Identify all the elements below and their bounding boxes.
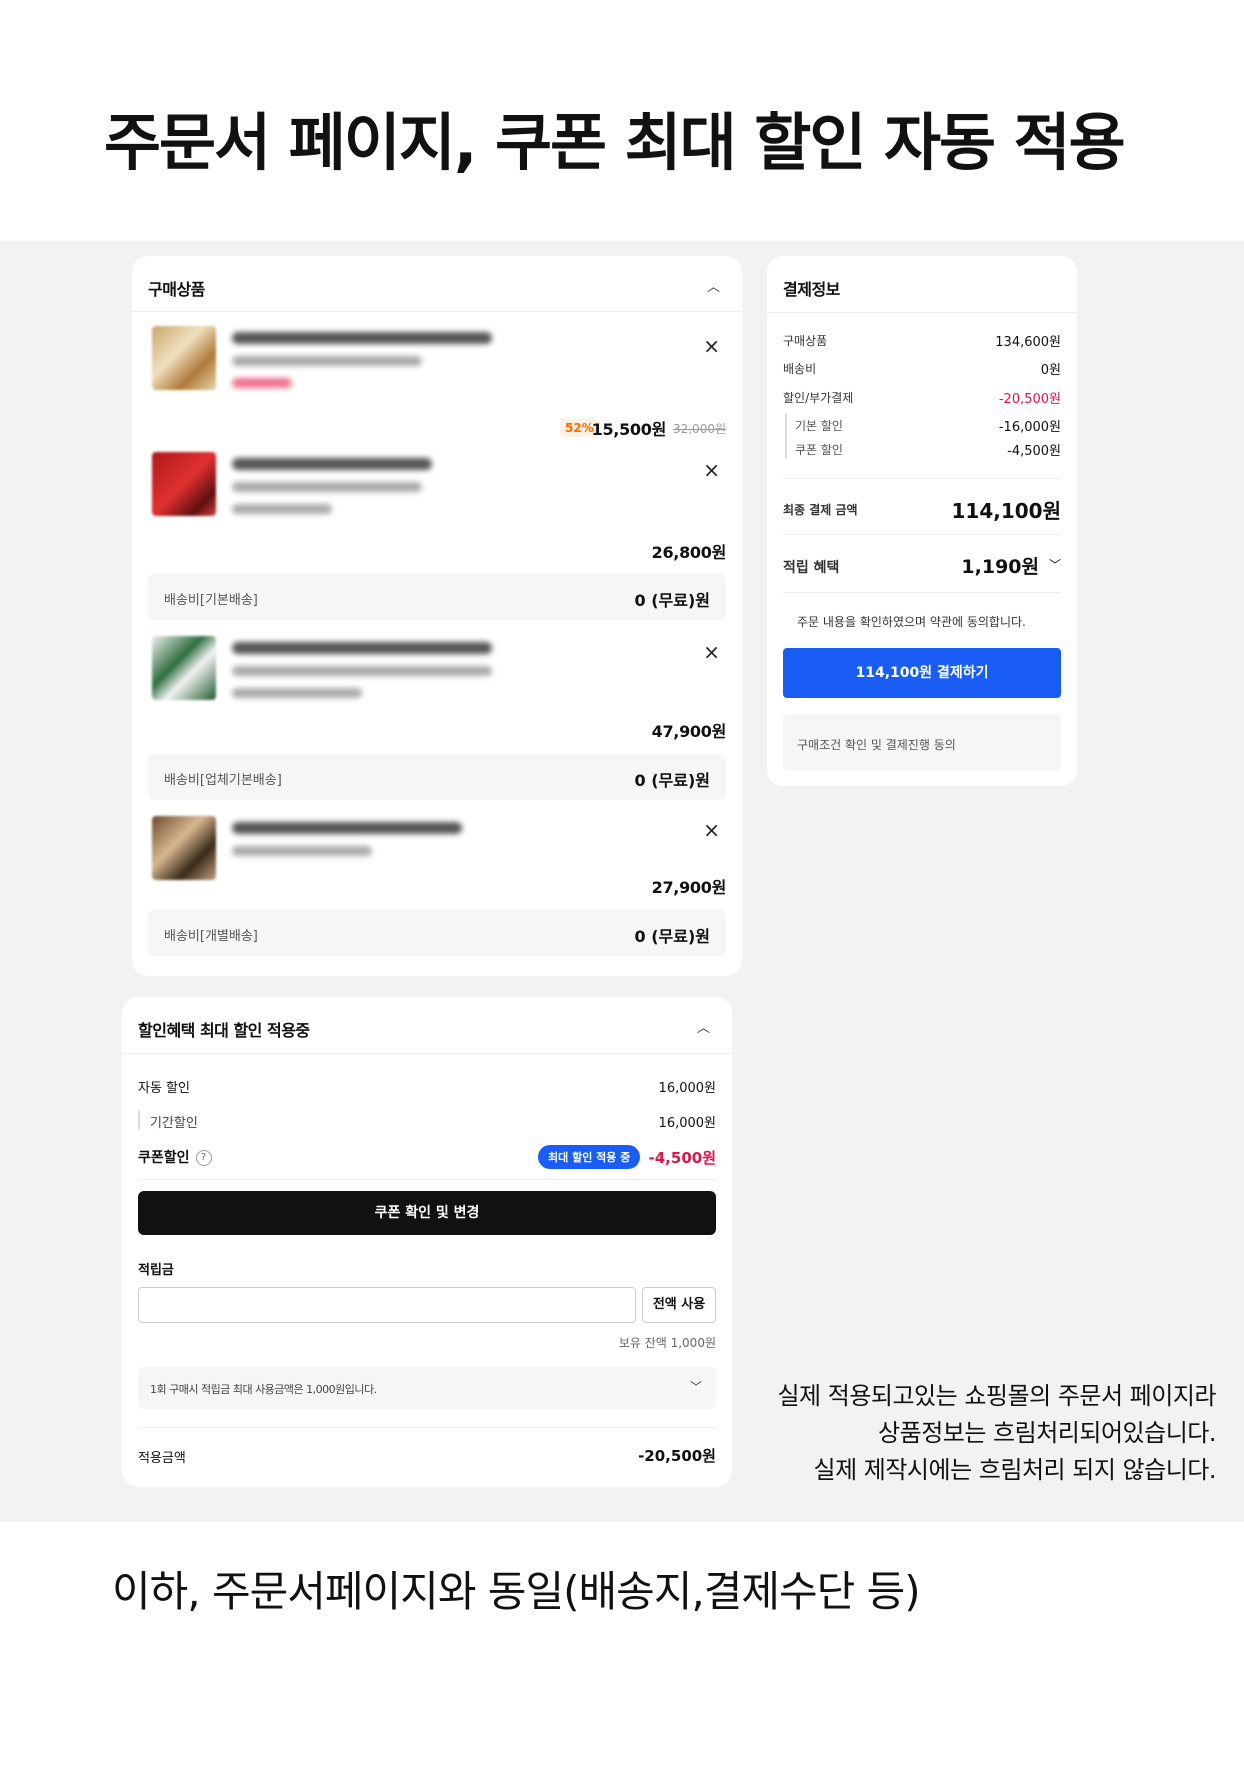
discount-title: 할인혜택 최대 할인 적용중	[138, 1021, 310, 1040]
original-price: 32,000원	[672, 422, 726, 436]
products-card: 구매상품 ︿ × 52% 15,500원 32,000원 × 26,800원 배…	[132, 256, 742, 976]
applied-amount-label: 적용금액	[138, 1451, 186, 1466]
period-discount-label: 기간할인	[150, 1116, 198, 1131]
products-header[interactable]: 구매상품 ︿	[132, 256, 742, 312]
shipping-row: 배송비[기본배송] 0 (무료)원	[148, 574, 726, 620]
chevron-up-icon[interactable]: ︿	[707, 276, 720, 295]
payment-row-label: 구매상품	[783, 334, 828, 348]
points-label: 적립금	[138, 1263, 174, 1278]
product-delivery	[232, 688, 362, 698]
payment-row-label: 할인/부가결제	[783, 391, 854, 405]
product-option	[232, 666, 492, 676]
reward-value: 1,190원	[961, 556, 1039, 578]
product-name[interactable]	[232, 822, 462, 834]
divider	[138, 1427, 716, 1428]
points-input[interactable]	[138, 1287, 636, 1323]
shipping-value: 0 (무료)원	[634, 927, 711, 946]
period-discount-value: 16,000원	[658, 1116, 716, 1131]
product-option	[232, 846, 372, 856]
auto-discount-label: 자동 할인	[138, 1081, 190, 1096]
product-delivery	[232, 504, 332, 514]
payment-row-value: -20,500원	[998, 392, 1061, 407]
payment-row-label: 쿠폰 할인	[795, 443, 843, 457]
product-name[interactable]	[232, 642, 492, 654]
footer-caption: 이하, 주문서페이지와 동일(배송지,결제수단 등)	[112, 1567, 921, 1616]
divider	[783, 592, 1061, 593]
payment-title: 결제정보	[783, 280, 840, 299]
product-coupon-price	[232, 378, 292, 388]
chevron-down-icon: ﹀	[689, 1380, 702, 1394]
product-thumbnail[interactable]	[152, 452, 216, 516]
payment-row-value: 134,600원	[995, 335, 1061, 350]
reward-label: 적립 혜택	[783, 560, 840, 576]
divider	[783, 534, 1061, 535]
product-thumbnail[interactable]	[152, 816, 216, 880]
coupon-change-button[interactable]: 쿠폰 확인 및 변경	[138, 1191, 716, 1235]
shipping-row: 배송비[개별배송] 0 (무료)원	[148, 910, 726, 956]
page-title: 주문서 페이지, 쿠폰 최대 할인 자동 적용	[104, 106, 1126, 179]
coupon-discount-text: 쿠폰할인	[138, 1150, 190, 1166]
points-info-dropdown[interactable]: 1회 구매시 적립금 최대 사용금액은 1,000원입니다. ﹀	[138, 1367, 716, 1409]
notice-line: 실제 제작시에는 흐림처리 되지 않습니다.	[813, 1456, 1216, 1484]
payment-row-label: 기본 할인	[795, 419, 843, 433]
close-icon[interactable]: ×	[703, 460, 720, 480]
applied-amount-value: -20,500원	[638, 1447, 716, 1465]
points-balance: 보유 잔액 1,000원	[618, 1336, 716, 1350]
divider	[783, 478, 1061, 479]
close-icon[interactable]: ×	[703, 820, 720, 840]
discount-card: 할인혜택 최대 할인 적용중 ︿ 자동 할인 16,000원 기간할인 16,0…	[122, 997, 732, 1487]
product-option	[232, 482, 422, 492]
divider	[122, 1053, 732, 1054]
notice-line: 실제 적용되고있는 쇼핑몰의 주문서 페이지라	[777, 1382, 1216, 1410]
notice-line: 상품정보는 흐림처리되어있습니다.	[878, 1419, 1216, 1447]
close-icon[interactable]: ×	[703, 642, 720, 662]
product-price: 26,800원	[651, 543, 727, 562]
terms-box[interactable]: 구매조건 확인 및 결제진행 동의	[783, 714, 1061, 770]
indent-bar	[138, 1110, 140, 1130]
products-title: 구매상품	[148, 280, 205, 299]
payment-card: 결제정보 구매상품 134,600원 배송비 0원 할인/부가결제 -20,50…	[767, 256, 1077, 786]
close-icon[interactable]: ×	[703, 336, 720, 356]
auto-discount-value: 16,000원	[658, 1081, 716, 1096]
final-amount-value: 114,100원	[951, 499, 1062, 523]
chevron-up-icon[interactable]: ︿	[697, 1017, 710, 1036]
coupon-discount-value: -4,500원	[648, 1149, 716, 1167]
chevron-down-icon[interactable]: ﹀	[1049, 556, 1061, 573]
shipping-row: 배송비[업체기본배송] 0 (무료)원	[148, 754, 726, 800]
product-option	[232, 356, 422, 366]
product-price: 47,900원	[651, 722, 727, 741]
indent-bar	[785, 413, 787, 459]
max-discount-badge: 최대 할인 적용 중	[538, 1145, 641, 1169]
shipping-label: 배송비[업체기본배송]	[164, 773, 282, 788]
shipping-label: 배송비[기본배송]	[164, 593, 258, 608]
product-thumbnail[interactable]	[152, 326, 216, 390]
terms-text: 구매조건 확인 및 결제진행 동의	[797, 738, 956, 752]
product-thumbnail[interactable]	[152, 636, 216, 700]
divider	[767, 312, 1077, 313]
agreement-text: 주문 내용을 확인하였으며 약관에 동의합니다.	[797, 615, 1026, 629]
blur-notice: 실제 적용되고있는 쇼핑몰의 주문서 페이지라 상품정보는 흐림처리되어있습니다…	[777, 1378, 1216, 1489]
shipping-value: 0 (무료)원	[634, 591, 711, 610]
product-price: 27,900원	[651, 878, 727, 897]
payment-row-value: 0원	[1040, 363, 1061, 378]
product-name[interactable]	[232, 332, 492, 344]
shipping-label: 배송비[개별배송]	[164, 929, 258, 944]
product-price: 15,500원	[591, 420, 667, 439]
help-icon[interactable]: ?	[195, 1150, 212, 1166]
shipping-value: 0 (무료)원	[634, 771, 711, 790]
product-name[interactable]	[232, 458, 432, 470]
points-info-text: 1회 구매시 적립금 최대 사용금액은 1,000원입니다.	[150, 1383, 377, 1396]
payment-row-label: 배송비	[783, 362, 817, 376]
payment-row-value: -4,500원	[1007, 444, 1061, 459]
payment-row-value: -16,000원	[998, 420, 1061, 435]
divider	[138, 1179, 716, 1180]
use-all-button[interactable]: 전액 사용	[642, 1287, 716, 1323]
coupon-discount-label: 쿠폰할인?	[138, 1147, 212, 1167]
final-amount-label: 최종 결제 금액	[783, 503, 858, 517]
pay-button[interactable]: 114,100원 결제하기	[783, 648, 1061, 698]
